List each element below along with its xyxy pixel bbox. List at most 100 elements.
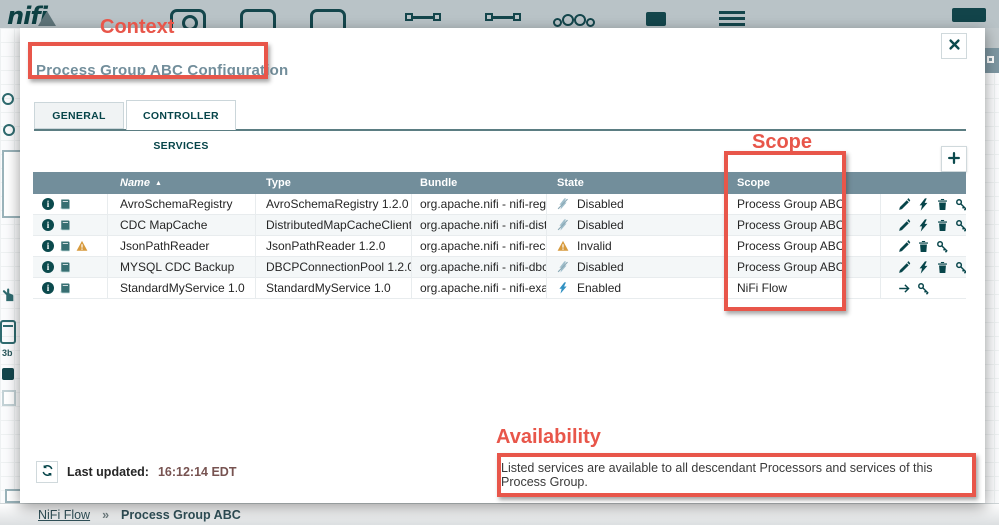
column-header-type[interactable]: Type: [256, 172, 412, 194]
state-text: Disabled: [577, 197, 624, 211]
edit-icon[interactable]: [898, 198, 911, 211]
availability-note: Listed services are available to all des…: [501, 461, 972, 489]
availability-annotation-label: Availability: [496, 426, 601, 449]
close-button[interactable]: [941, 33, 967, 59]
cell-name: MYSQL CDC Backup: [108, 257, 256, 277]
delete-icon[interactable]: [917, 240, 930, 253]
state-text: Disabled: [577, 260, 624, 274]
clock-icon: [3, 124, 15, 136]
key-icon[interactable]: [936, 240, 949, 253]
processor-triangle-icon: [38, 11, 56, 26]
disabled-icon: [557, 261, 569, 273]
cell-actions: [881, 215, 966, 235]
key-icon[interactable]: [955, 261, 966, 274]
canvas-count-text: 3b: [2, 348, 13, 358]
cell-state: Enabled: [547, 278, 727, 298]
cell-state: Disabled: [547, 194, 727, 214]
column-header-bundle[interactable]: Bundle: [412, 172, 547, 194]
enable-icon[interactable]: [917, 261, 930, 274]
context-annotation-box: [28, 42, 268, 79]
usage-icon[interactable]: [59, 261, 71, 273]
context-annotation-label: Context: [100, 16, 174, 39]
key-icon[interactable]: [955, 219, 966, 232]
row-indicator-icons: i: [33, 236, 108, 256]
cell-state: Disabled: [547, 257, 727, 277]
navigate-zoom-icon: [2, 93, 14, 105]
tab-controller-services[interactable]: CONTROLLER SERVICES: [126, 100, 236, 130]
cell-state: Disabled: [547, 215, 727, 235]
cell-type: DistributedMapCacheClientSer...: [256, 215, 412, 235]
delete-icon[interactable]: [936, 219, 949, 232]
breadcrumb: NiFi Flow » Process Group ABC: [0, 503, 999, 525]
enable-icon[interactable]: [917, 198, 930, 211]
toolbar-label-icon[interactable]: [719, 11, 745, 26]
key-icon[interactable]: [955, 198, 966, 211]
usage-icon[interactable]: [59, 219, 71, 231]
toolbar-funnel-icon[interactable]: [553, 14, 601, 28]
edit-icon[interactable]: [898, 240, 911, 253]
info-icon[interactable]: i: [42, 282, 54, 294]
cell-bundle: org.apache.nifi - nifi-record-seria...: [412, 236, 547, 256]
tab-general[interactable]: GENERAL: [34, 102, 124, 129]
sort-asc-icon: ▲: [155, 180, 162, 187]
last-updated-label: Last updated:: [67, 465, 149, 479]
operate-palette-fragment: [2, 390, 16, 406]
cell-actions: [881, 278, 966, 298]
cell-actions: [881, 236, 966, 256]
edit-icon[interactable]: [898, 261, 911, 274]
breadcrumb-root-link[interactable]: NiFi Flow: [38, 508, 90, 522]
close-icon: [948, 38, 961, 54]
info-icon[interactable]: i: [42, 261, 54, 273]
row-indicator-icons: i: [33, 215, 108, 235]
cell-bundle: org.apache.nifi - nifi-registry-nar: [412, 194, 547, 214]
info-icon[interactable]: i: [42, 219, 54, 231]
canvas-right-strip: [985, 28, 999, 48]
cell-bundle: org.apache.nifi - nifi-distributed-...: [412, 215, 547, 235]
toolbar-process-group-icon[interactable]: [405, 13, 441, 27]
delete-icon[interactable]: [936, 261, 949, 274]
toolbar-template-icon[interactable]: [646, 12, 666, 26]
info-icon[interactable]: i: [42, 198, 54, 210]
goto-icon[interactable]: [898, 282, 911, 295]
column-header-state[interactable]: State: [547, 172, 727, 194]
cell-type: AvroSchemaRegistry 1.2.0: [256, 194, 412, 214]
cell-type: DBCPConnectionPool 1.2.0: [256, 257, 412, 277]
row-indicator-icons: i: [33, 278, 108, 298]
cell-type: StandardMyService 1.0: [256, 278, 412, 298]
cell-bundle: org.apache.nifi - nifi-dbcp-servic...: [412, 257, 547, 277]
usage-icon[interactable]: [59, 198, 71, 210]
row-indicator-icons: i: [33, 194, 108, 214]
warning-icon: [76, 240, 88, 252]
canvas-right-block: [983, 48, 999, 73]
usage-icon[interactable]: [59, 240, 71, 252]
column-header-name[interactable]: Name ▲: [108, 172, 256, 194]
state-text: Disabled: [577, 218, 624, 232]
edit-icon[interactable]: [898, 219, 911, 232]
cell-name: AvroSchemaRegistry: [108, 194, 256, 214]
last-updated-time: 16:12:14 EDT: [158, 465, 237, 479]
scope-annotation-box: [724, 151, 846, 311]
key-icon[interactable]: [917, 282, 930, 295]
hamburger-menu-icon[interactable]: [952, 8, 986, 22]
info-icon[interactable]: i: [42, 240, 54, 252]
enable-icon[interactable]: [917, 219, 930, 232]
cell-actions: [881, 194, 966, 214]
dialog-footer: Last updated: 16:12:14 EDT: [36, 461, 236, 483]
hand-cursor-icon: [1, 288, 15, 302]
availability-annotation-box: Listed services are available to all des…: [497, 453, 976, 497]
refresh-button[interactable]: [36, 461, 58, 483]
row-indicator-icons: i: [33, 257, 108, 277]
breadcrumb-separator: »: [102, 508, 109, 522]
cell-bundle: org.apache.nifi - nifi-example-se...: [412, 278, 547, 298]
state-text: Enabled: [577, 281, 621, 295]
toolbar-remote-process-group-icon[interactable]: [485, 13, 521, 27]
usage-icon[interactable]: [59, 282, 71, 294]
column-header-icons: [33, 172, 108, 194]
enabled-icon: [557, 282, 569, 294]
gear-icon: [2, 368, 14, 380]
delete-icon[interactable]: [936, 198, 949, 211]
add-controller-service-button[interactable]: [941, 146, 967, 172]
invalid-icon: [557, 240, 569, 252]
breadcrumb-current[interactable]: Process Group ABC: [121, 508, 241, 522]
cell-name: StandardMyService 1.0: [108, 278, 256, 298]
